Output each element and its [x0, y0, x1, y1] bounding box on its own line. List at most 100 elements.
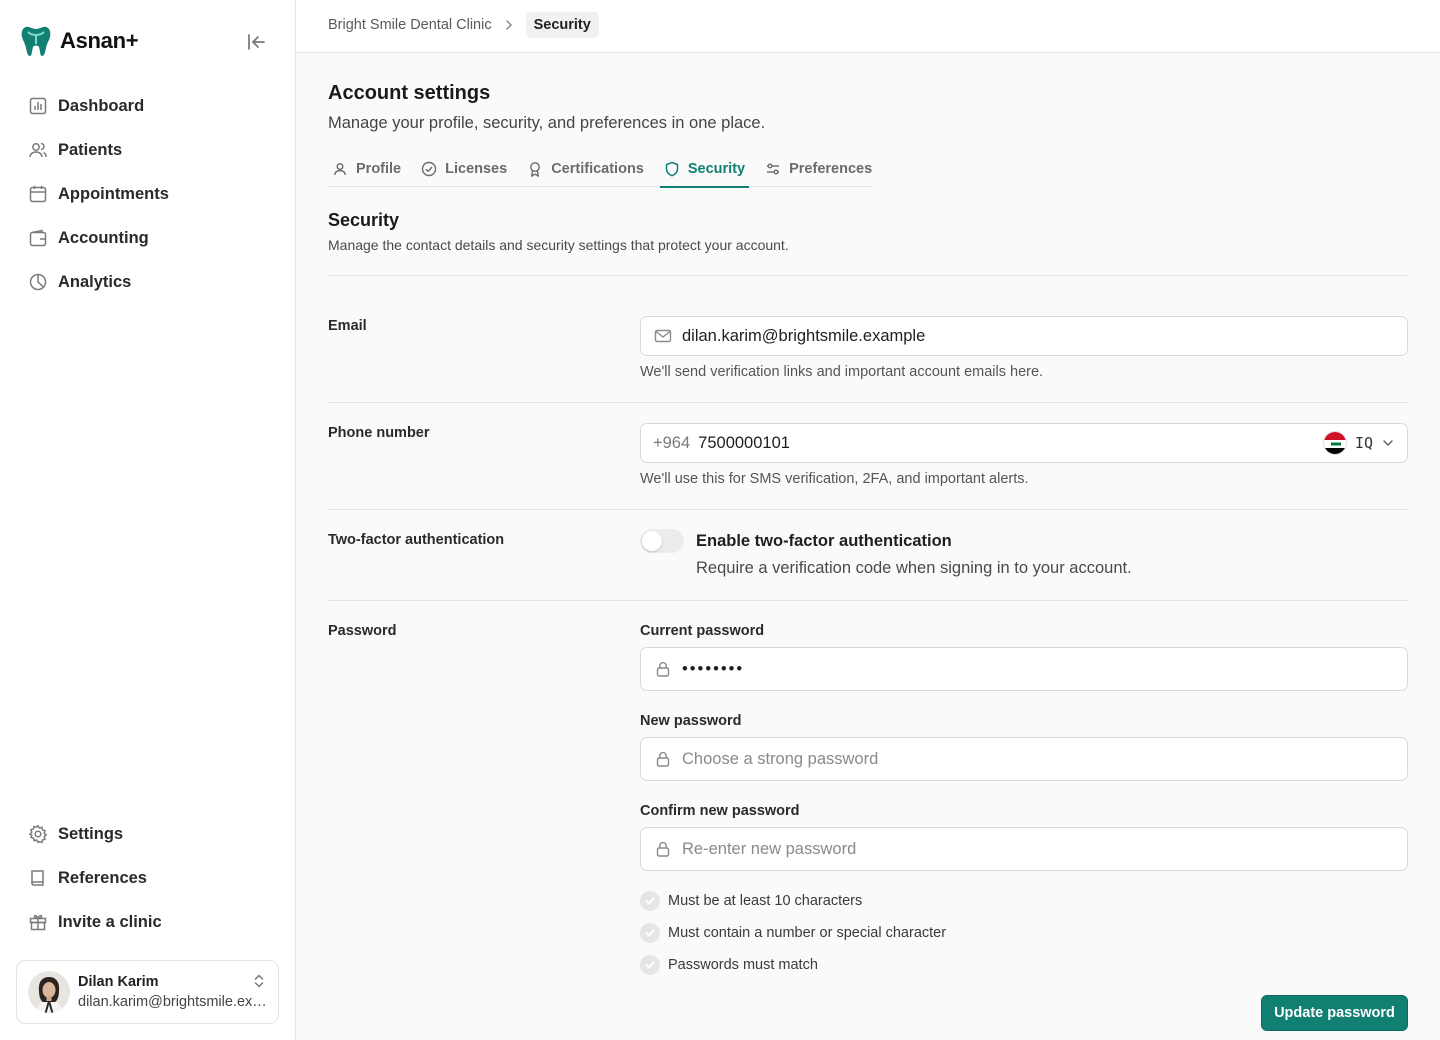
divider: [328, 275, 1408, 276]
confirm-password-label: Confirm new password: [640, 803, 800, 819]
sidebar-item-settings[interactable]: Settings: [16, 812, 280, 856]
password-requirement: Passwords must match: [640, 955, 818, 975]
topbar: Bright Smile Dental Clinic Security: [296, 0, 1440, 53]
sidebar-nav: Dashboard Patients Appointments Accounti…: [16, 84, 280, 304]
book-icon: [31, 870, 44, 886]
new-password-field[interactable]: Choose a strong password: [640, 737, 1408, 781]
new-password-placeholder: Choose a strong password: [682, 749, 879, 768]
divider: [328, 600, 1408, 601]
phone-label: Phone number: [328, 425, 430, 441]
tab-preferences[interactable]: Preferences: [761, 151, 876, 187]
page-subtitle: Manage your profile, security, and prefe…: [328, 114, 766, 132]
sliders-icon: [767, 163, 780, 175]
lock-icon: [656, 841, 670, 857]
sidebar-item-references[interactable]: References: [16, 856, 280, 900]
email-label: Email: [328, 318, 367, 334]
page-title: Account settings: [328, 82, 491, 104]
two-factor-toggle[interactable]: [640, 529, 684, 553]
update-password-button[interactable]: Update password: [1261, 995, 1408, 1031]
current-password-label: Current password: [640, 623, 765, 639]
collapse-sidebar-button[interactable]: [244, 30, 268, 54]
chevron-right-icon: [505, 20, 512, 30]
requirement-text: Passwords must match: [668, 957, 818, 973]
sidebar-item-patients[interactable]: Patients: [16, 128, 280, 172]
avatar: [28, 971, 70, 1013]
confirm-password-field[interactable]: Re-enter new password: [640, 827, 1408, 871]
iraq-flag-icon: [1322, 431, 1347, 455]
divider: [328, 402, 1408, 403]
requirement-text: Must be at least 10 characters: [668, 893, 863, 909]
user-info: Dilan Karim dilan.karim@brightsmile.exam…: [78, 974, 274, 1010]
chevron-up-down-icon: [254, 974, 264, 988]
breadcrumb-current: Security: [525, 12, 599, 38]
phone-field[interactable]: +964 7500000101 IQ: [640, 423, 1408, 463]
country-select[interactable]: IQ: [1322, 431, 1395, 455]
phone-prefix: +964: [653, 433, 691, 452]
sidebar-item-label: Accounting: [58, 228, 149, 247]
requirement-text: Must contain a number or special charact…: [668, 925, 947, 941]
breadcrumb: Bright Smile Dental Clinic Security: [328, 12, 599, 38]
breadcrumb-clinic[interactable]: Bright Smile Dental Clinic: [328, 17, 492, 33]
tab-label: Preferences: [789, 161, 873, 177]
sidebar-item-label: Settings: [58, 824, 124, 843]
settings-tabs: Profile Licenses Certifications Security…: [328, 151, 872, 188]
gear-icon: [28, 824, 48, 844]
sidebar-item-label: Analytics: [58, 272, 132, 291]
tooth-logo-icon: [21, 26, 51, 56]
sidebar-item-label: Invite a clinic: [58, 912, 162, 931]
tab-label: Certifications: [551, 161, 644, 177]
tab-certifications[interactable]: Certifications: [523, 151, 648, 187]
sidebar: Asnan+ Dashboard Patients Appointments A…: [0, 0, 296, 1040]
user-menu[interactable]: Dilan Karim dilan.karim@brightsmile.exam…: [16, 960, 279, 1024]
sidebar-item-label: Patients: [58, 140, 123, 159]
two-factor-label: Two-factor authentication: [328, 532, 505, 548]
phone-help: We'll use this for SMS verification, 2FA…: [640, 471, 1029, 487]
brand-name: Asnan+: [60, 28, 139, 53]
pie-chart-icon: [29, 273, 47, 291]
sidebar-item-dashboard[interactable]: Dashboard: [16, 84, 280, 128]
confirm-password-placeholder: Re-enter new password: [682, 839, 857, 858]
check-icon: [640, 891, 660, 911]
check-circle-icon: [421, 161, 437, 177]
shield-icon: [665, 161, 679, 177]
wallet-icon: [29, 229, 47, 247]
tab-label: Security: [687, 161, 746, 177]
password-requirement: Must contain a number or special charact…: [640, 923, 946, 943]
tab-profile[interactable]: Profile: [328, 151, 405, 187]
panel-collapse-icon: [248, 34, 265, 50]
calendar-icon: [29, 185, 47, 203]
users-icon: [29, 142, 47, 158]
section-description: Manage the contact details and security …: [328, 237, 789, 253]
password-requirement: Must be at least 10 characters: [640, 891, 862, 911]
tab-licenses[interactable]: Licenses: [417, 151, 511, 187]
current-password-field[interactable]: ••••••••: [640, 647, 1408, 691]
check-icon: [640, 923, 660, 943]
user-email: dilan.karim@brightsmile.example: [78, 994, 274, 1010]
mail-icon: [654, 329, 672, 343]
lock-icon: [656, 751, 670, 767]
sidebar-bottom-nav: Settings References Invite a clinic: [16, 812, 280, 944]
email-help: We'll send verification links and import…: [640, 364, 1044, 380]
country-code: IQ: [1354, 434, 1373, 452]
section-title: Security: [328, 210, 400, 230]
chevron-down-icon: [1383, 440, 1393, 447]
two-factor-description: Require a verification code when signing…: [696, 559, 1132, 577]
tab-security[interactable]: Security: [659, 151, 750, 188]
award-icon: [530, 162, 541, 177]
sidebar-item-analytics[interactable]: Analytics: [16, 260, 280, 304]
password-label: Password: [328, 623, 397, 639]
email-field[interactable]: dilan.karim@brightsmile.example: [640, 316, 1408, 356]
user-icon: [334, 163, 346, 176]
sidebar-item-label: Appointments: [58, 184, 169, 203]
sidebar-item-appointments[interactable]: Appointments: [16, 172, 280, 216]
two-factor-title: Enable two-factor authentication: [696, 532, 952, 550]
tab-label: Profile: [356, 161, 402, 177]
sidebar-item-invite[interactable]: Invite a clinic: [16, 900, 280, 944]
brand[interactable]: Asnan+: [20, 24, 139, 58]
lock-icon: [656, 661, 670, 677]
tab-label: Licenses: [445, 161, 508, 177]
phone-number-value: 7500000101: [698, 433, 790, 452]
toggle-knob: [642, 531, 662, 551]
sidebar-item-accounting[interactable]: Accounting: [16, 216, 280, 260]
check-icon: [640, 955, 660, 975]
